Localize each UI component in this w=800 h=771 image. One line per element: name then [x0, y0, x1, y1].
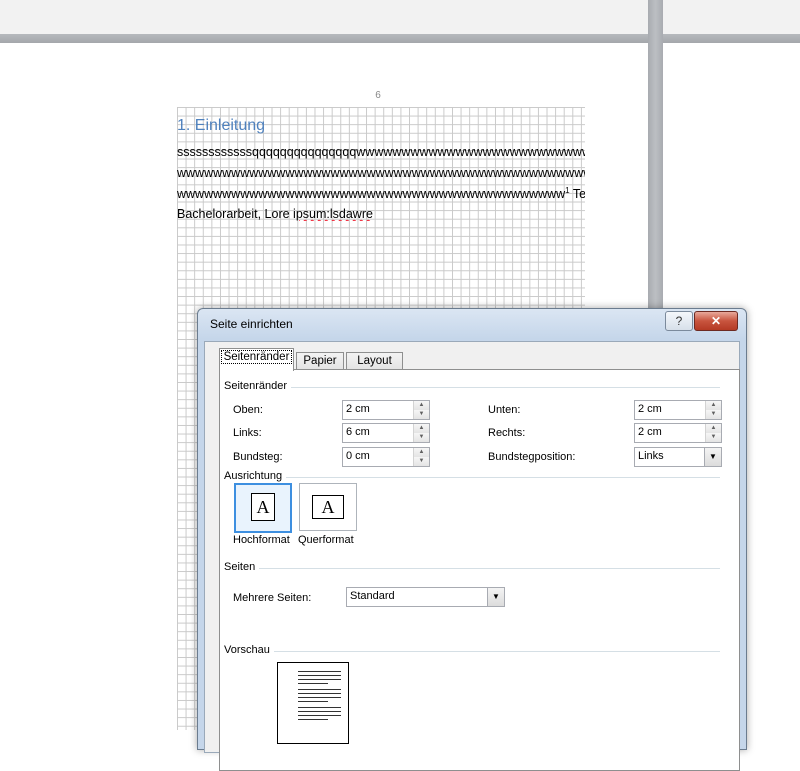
landscape-label[interactable]: Querformat [298, 534, 354, 546]
spin-up-icon[interactable]: ▲ [414, 424, 429, 433]
portrait-label[interactable]: Hochformat [233, 534, 290, 546]
portrait-page-icon: A [251, 493, 275, 521]
pages-group-label: Seiten [224, 561, 260, 573]
unten-label: Unten: [488, 404, 521, 416]
tab-label: Seitenränder [220, 350, 293, 364]
multiple-pages-select[interactable]: Standard ▼ [346, 587, 505, 607]
spin-up-icon[interactable]: ▲ [706, 424, 721, 433]
spin-down-icon[interactable]: ▼ [706, 410, 721, 419]
bundsteg-spinner[interactable]: 0 cm ▲ ▼ [342, 447, 430, 467]
document-text-line[interactable]: Bachelorarbeit, Lore ipsum:lsdawre [177, 207, 585, 221]
help-button[interactable]: ? [665, 311, 693, 331]
bundstegposition-value: Links [638, 450, 664, 462]
document-text: wwwwwwwwwwwwwwwwwwwwwwwwwwwwwwwwwwwwwwww… [177, 187, 566, 202]
document-text: Textfür die [572, 187, 585, 202]
document-heading[interactable]: 1. Einleitung [177, 117, 265, 135]
landscape-page-icon: A [312, 495, 344, 519]
links-value[interactable]: 6 cm [346, 426, 370, 438]
multiple-pages-label: Mehrere Seiten: [233, 592, 312, 604]
tab-seitenraender[interactable]: Seitenränder [219, 348, 294, 371]
bundsteg-value[interactable]: 0 cm [346, 450, 370, 462]
unten-spinner[interactable]: 2 cm ▲ ▼ [634, 400, 722, 420]
links-label: Links: [233, 427, 262, 439]
rechts-spinner[interactable]: 2 cm ▲ ▼ [634, 423, 722, 443]
spin-up-icon[interactable]: ▲ [706, 401, 721, 410]
spellcheck-flagged-text: ipsum:lsdawre [293, 207, 373, 221]
portrait-button[interactable]: A [234, 483, 292, 533]
document-text-line[interactable]: wwwwwwwwwwwwwwwwwwwwwwwwwwwwwwwwwwwwwwww… [177, 166, 585, 180]
group-divider [290, 387, 720, 388]
unten-value[interactable]: 2 cm [638, 403, 662, 415]
group-divider [270, 651, 720, 652]
page-preview-thumbnail [277, 662, 349, 744]
spin-up-icon[interactable]: ▲ [414, 448, 429, 457]
rechts-label: Rechts: [488, 427, 526, 439]
landscape-button[interactable]: A [299, 483, 357, 531]
group-divider [258, 568, 720, 569]
oben-value[interactable]: 2 cm [346, 403, 370, 415]
preview-group-label: Vorschau [224, 644, 274, 656]
links-spinner[interactable]: 6 cm ▲ ▼ [342, 423, 430, 443]
chevron-down-icon[interactable]: ▼ [704, 448, 721, 466]
chevron-down-icon[interactable]: ▼ [487, 588, 504, 606]
document-text: Bachelorarbeit, Lore [177, 207, 294, 221]
oben-spinner[interactable]: 2 cm ▲ ▼ [342, 400, 430, 420]
spin-up-icon[interactable]: ▲ [414, 401, 429, 410]
oben-label: Oben: [233, 404, 263, 416]
tab-papier[interactable]: Papier [296, 352, 344, 370]
bundsteg-label: Bundsteg: [233, 451, 283, 463]
multiple-pages-value: Standard [350, 590, 395, 602]
orientation-group-label: Ausrichtung [224, 470, 287, 482]
bundstegposition-label: Bundstegposition: [488, 451, 576, 463]
bundstegposition-select[interactable]: Links ▼ [634, 447, 722, 467]
document-text-line[interactable]: ssssssssssssqqqqqqqqqqqqqqqwwwwwwwwwwwww… [177, 145, 585, 159]
close-button[interactable]: ✕ [694, 311, 738, 331]
spin-down-icon[interactable]: ▼ [414, 457, 429, 466]
group-divider [282, 477, 720, 478]
spin-down-icon[interactable]: ▼ [706, 433, 721, 442]
document-text-line[interactable]: wwwwwwwwwwwwwwwwwwwwwwwwwwwwwwwwwwwwwwww… [177, 186, 585, 201]
page-number: 6 [375, 90, 381, 101]
rechts-value[interactable]: 2 cm [638, 426, 662, 438]
horizontal-ruler [0, 34, 800, 43]
margins-group-label: Seitenränder [224, 380, 291, 392]
ribbon-area [0, 0, 800, 34]
spin-down-icon[interactable]: ▼ [414, 410, 429, 419]
spin-down-icon[interactable]: ▼ [414, 433, 429, 442]
dialog-title: Seite einrichten [210, 317, 293, 331]
tab-layout[interactable]: Layout [346, 352, 403, 370]
